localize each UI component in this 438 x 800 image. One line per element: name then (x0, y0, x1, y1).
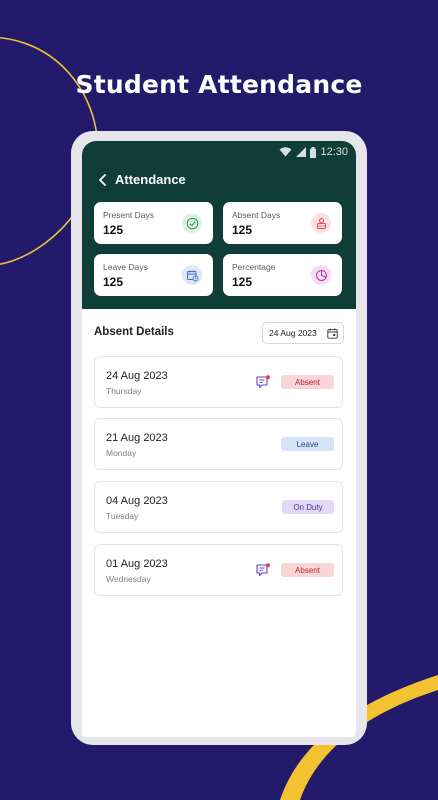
record-day: Thursday (106, 386, 142, 396)
signal-icon (296, 147, 307, 157)
absent-details-title: Absent Details (94, 326, 174, 338)
stat-value: 125 (103, 223, 124, 237)
present-days-card[interactable]: Present Days 125 (94, 202, 213, 244)
stat-label: Leave Days (103, 262, 148, 272)
phone-frame: 12:30 Attendance Present Days 125 Absent… (71, 131, 367, 745)
attendance-record[interactable]: 21 Aug 2023 Monday Leave (94, 418, 343, 470)
stat-label: Percentage (232, 262, 276, 272)
stat-label: Absent Days (232, 210, 281, 220)
stat-label: Present Days (103, 210, 155, 220)
record-date: 21 Aug 2023 (106, 432, 168, 444)
wifi-icon (279, 147, 292, 157)
record-day: Wednesday (106, 574, 151, 584)
page-title: Attendance (115, 172, 186, 187)
record-day: Monday (106, 448, 137, 458)
check-circle-icon (182, 213, 202, 233)
record-date: 01 Aug 2023 (106, 558, 168, 570)
pie-chart-icon (311, 265, 331, 285)
message-icon[interactable] (255, 374, 272, 390)
status-badge: Leave (281, 437, 334, 451)
status-badge: On Duty (282, 500, 334, 514)
status-bar: 12:30 (279, 145, 348, 159)
leave-days-card[interactable]: Leave Days 125 (94, 254, 213, 296)
message-icon[interactable] (255, 562, 272, 578)
status-time: 12:30 (320, 146, 348, 158)
attendance-header: 12:30 Attendance Present Days 125 Absent… (82, 141, 356, 309)
calendar-clock-icon (182, 265, 202, 285)
calendar-icon (327, 328, 338, 339)
record-day: Tuesday (106, 511, 139, 521)
attendance-record[interactable]: 24 Aug 2023 Thursday Absent (94, 356, 343, 408)
percentage-card[interactable]: Percentage 125 (223, 254, 342, 296)
status-badge: Absent (281, 375, 334, 389)
attendance-record[interactable]: 04 Aug 2023 Tuesday On Duty (94, 481, 343, 533)
status-badge: Absent (281, 563, 334, 577)
stat-value: 125 (103, 275, 124, 289)
back-arrow-icon[interactable] (98, 173, 107, 186)
date-filter-value: 24 Aug 2023 (269, 328, 317, 338)
battery-icon (310, 146, 317, 158)
app-screen: 12:30 Attendance Present Days 125 Absent… (82, 141, 356, 737)
absent-days-card[interactable]: Absent Days 125 (223, 202, 342, 244)
record-date: 04 Aug 2023 (106, 495, 168, 507)
app-bar: Attendance (98, 172, 186, 187)
date-filter[interactable]: 24 Aug 2023 (262, 322, 344, 344)
record-date: 24 Aug 2023 (106, 370, 168, 382)
attendance-record[interactable]: 01 Aug 2023 Wednesday Absent (94, 544, 343, 596)
absent-user-icon (311, 213, 331, 233)
stat-value: 125 (232, 223, 253, 237)
stat-value: 125 (232, 275, 253, 289)
promo-title: Student Attendance (75, 70, 363, 99)
